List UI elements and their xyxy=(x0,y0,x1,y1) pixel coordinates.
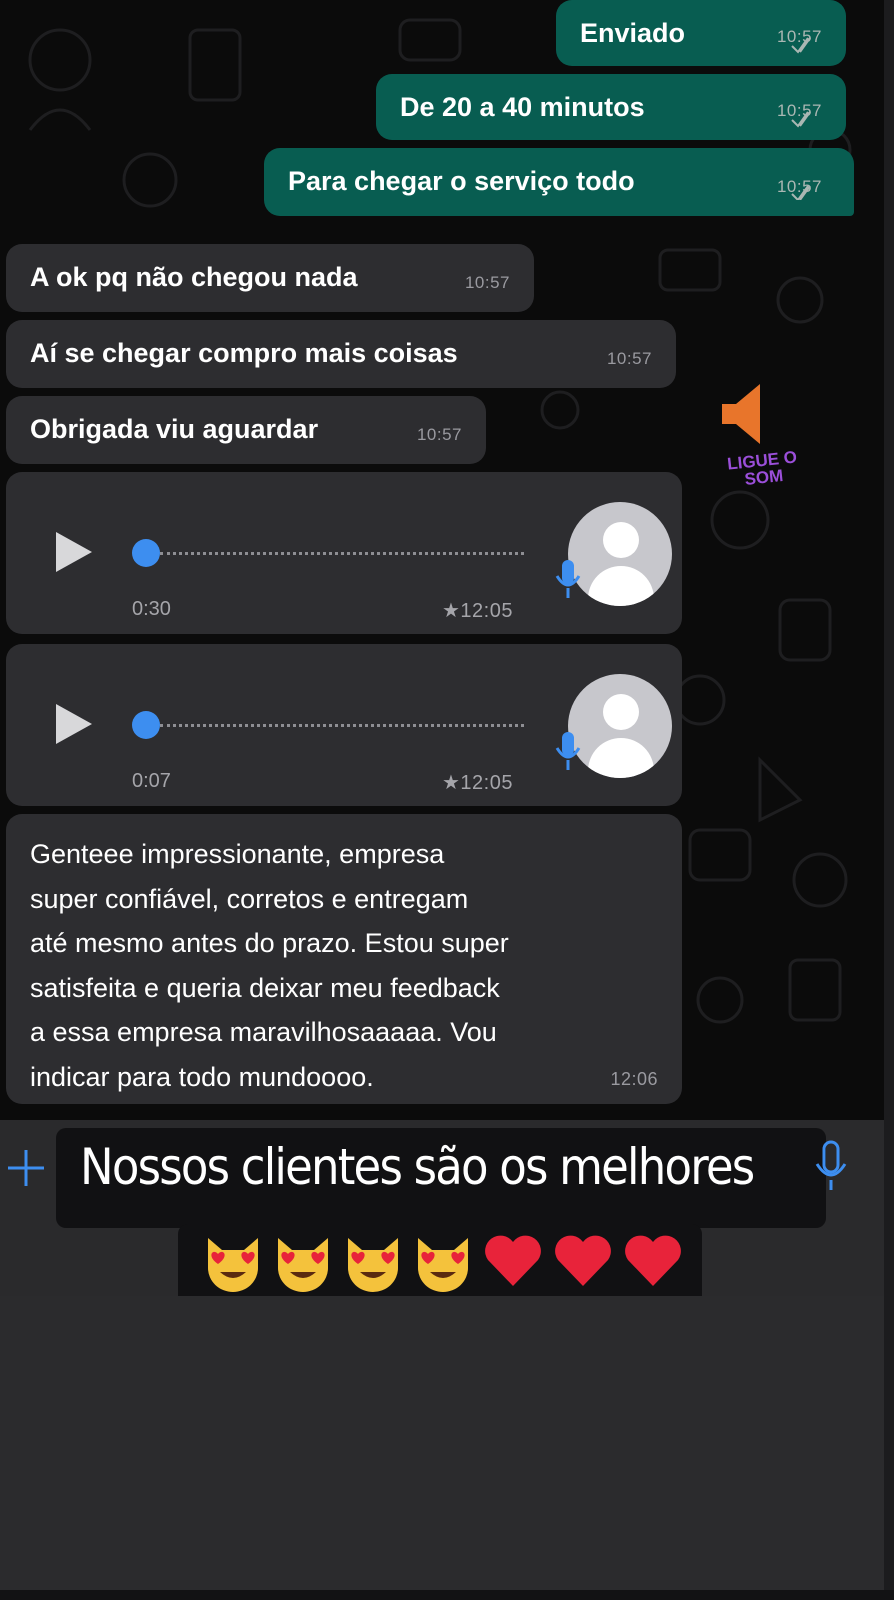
message-time: ★12:05 xyxy=(442,772,513,794)
red-heart-icon xyxy=(485,1235,541,1286)
microphone-icon xyxy=(555,560,581,598)
feedback-line: até mesmo antes do prazo. Estou super xyxy=(30,928,509,958)
voice-message[interactable]: 0:30 ★12:05 xyxy=(6,472,682,634)
emoji-caption xyxy=(200,1228,686,1294)
message-time: 10:57 xyxy=(416,425,462,444)
message-in[interactable]: Aí se chegar compro mais coisas 10:57 xyxy=(6,320,676,388)
sound-hint-label: Ligue o som xyxy=(726,447,798,489)
message-out[interactable]: Para chegar o serviço todo 10:57 xyxy=(264,148,854,216)
chat-area: Enviado 10:57 De 20 a 40 minutos 10:57 P… xyxy=(0,0,884,1120)
play-icon[interactable] xyxy=(56,532,92,572)
red-heart-icon xyxy=(555,1235,611,1286)
feedback-text: Genteee impressionante, empresa super co… xyxy=(30,832,509,1099)
microphone-icon xyxy=(555,732,581,770)
heart-eyes-cat-icon xyxy=(208,1238,258,1292)
waveform-track[interactable] xyxy=(160,724,524,727)
message-time: 10:57 xyxy=(464,273,510,292)
message-time: ★12:05 xyxy=(442,600,513,622)
story-screen: Enviado 10:57 De 20 a 40 minutos 10:57 P… xyxy=(0,0,894,1600)
voice-duration: 0:30 xyxy=(132,598,171,620)
message-time: 12:06 xyxy=(610,1069,658,1089)
avatar xyxy=(568,674,672,778)
red-heart-icon xyxy=(625,1235,681,1286)
message-out[interactable]: De 20 a 40 minutos 10:57 xyxy=(376,74,846,140)
feedback-line: satisfeita e queria deixar meu feedback xyxy=(30,972,500,1003)
read-receipt-icon xyxy=(791,37,811,200)
sound-hint: Ligue o som xyxy=(708,382,818,492)
plus-icon[interactable] xyxy=(4,1146,48,1190)
story-caption: Nossos clientes são os melhores xyxy=(80,1138,755,1196)
voice-message[interactable]: 0:07 ★12:05 xyxy=(6,644,682,806)
empty-area xyxy=(0,1296,884,1600)
message-text: De 20 a 40 minutos xyxy=(400,92,645,122)
message-text: Obrigada viu aguardar xyxy=(30,414,319,444)
play-icon[interactable] xyxy=(56,704,92,744)
screen-edge xyxy=(884,0,894,1600)
heart-eyes-cat-icon xyxy=(278,1238,328,1292)
bottom-strip xyxy=(0,1590,894,1600)
feedback-line: indicar para todo mundoooo. xyxy=(30,1061,374,1092)
message-text: Para chegar o serviço todo xyxy=(288,166,635,196)
feedback-line: Genteee impressionante, empresa xyxy=(30,839,445,869)
playback-handle[interactable] xyxy=(132,539,160,567)
feedback-line: super confiável, corretos e entregam xyxy=(30,883,469,914)
feedback-line: a essa empresa maravilhosaaaaa. Vou xyxy=(30,1017,497,1047)
heart-eyes-cat-icon xyxy=(348,1238,398,1292)
waveform-track[interactable] xyxy=(160,552,524,555)
message-text: Aí se chegar compro mais coisas xyxy=(30,338,458,368)
message-in[interactable]: A ok pq não chegou nada 10:57 xyxy=(6,244,534,312)
message-in[interactable]: Obrigada viu aguardar 10:57 xyxy=(6,396,486,464)
avatar xyxy=(568,502,672,606)
message-text: A ok pq não chegou nada xyxy=(30,262,358,292)
heart-eyes-cat-icon xyxy=(418,1238,468,1292)
voice-duration: 0:07 xyxy=(132,770,171,792)
microphone-icon[interactable] xyxy=(814,1138,848,1198)
message-text: Enviado xyxy=(580,18,686,48)
playback-handle[interactable] xyxy=(132,711,160,739)
speaker-icon xyxy=(722,384,760,444)
feedback-message[interactable]: Genteee impressionante, empresa super co… xyxy=(6,814,682,1104)
message-time: 10:57 xyxy=(606,349,652,368)
